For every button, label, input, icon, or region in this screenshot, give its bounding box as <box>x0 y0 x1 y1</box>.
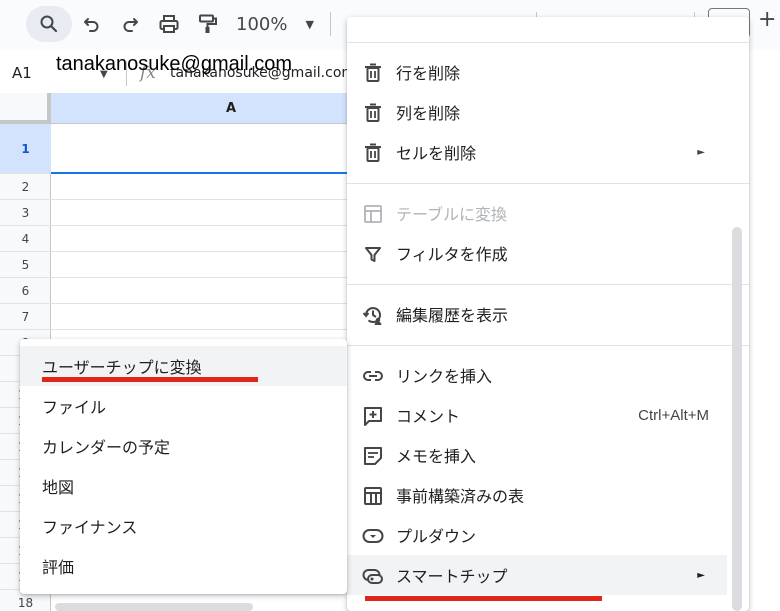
menu-item-label: 列を削除 <box>396 104 461 123</box>
menu-divider <box>347 284 749 285</box>
submenu-item-label: ファイル <box>42 398 107 417</box>
menu-item-label: リンクを挿入 <box>396 367 493 386</box>
submenu-item-label: 評価 <box>42 558 75 577</box>
undo-icon <box>84 18 99 32</box>
menu-vertical-scrollbar[interactable] <box>732 227 742 611</box>
row-header[interactable]: 6 <box>0 278 51 304</box>
menu-item-shortcut: Ctrl+Alt+M <box>638 406 709 424</box>
link-icon <box>362 365 384 387</box>
menu-item-label: セルを削除 <box>396 144 477 163</box>
menu-item-edit-history[interactable]: 編集履歴を表示 <box>347 294 727 334</box>
menu-item-comment[interactable]: コメント Ctrl+Alt+M <box>347 395 727 435</box>
menu-divider <box>347 42 749 43</box>
row-header[interactable]: 7 <box>0 304 51 330</box>
submenu-item-label: ユーザーチップに変換 <box>42 358 202 377</box>
note-icon <box>362 445 384 467</box>
submenu-item-calendar-event[interactable]: カレンダーの予定 <box>20 426 347 466</box>
menu-item-delete-cells[interactable]: セルを削除 ► <box>347 132 727 172</box>
search-menus-button[interactable] <box>26 6 72 42</box>
menu-item-label: スマートチップ <box>396 567 508 586</box>
menu-divider <box>347 345 749 346</box>
history-icon <box>362 304 384 326</box>
menu-item-label: フィルタを作成 <box>396 245 508 264</box>
menu-item-prebuilt-table[interactable]: 事前構築済みの表 <box>347 475 727 515</box>
smart-chip-icon <box>362 565 384 587</box>
trash-icon <box>362 62 384 84</box>
dropdown-chip-icon <box>362 525 384 547</box>
chevron-down-icon: ▼ <box>305 17 314 31</box>
submenu-arrow-icon: ► <box>697 146 705 158</box>
comment-add-icon <box>362 405 384 427</box>
menu-item-dropdown[interactable]: プルダウン <box>347 515 727 555</box>
menu-item-insert-link[interactable]: リンクを挿入 <box>347 355 727 395</box>
prebuilt-table-icon <box>362 485 384 507</box>
submenu-item-label: カレンダーの予定 <box>42 438 171 457</box>
print-button[interactable] <box>153 6 185 42</box>
row-header[interactable]: 5 <box>0 252 51 278</box>
menu-item-label: 行を削除 <box>396 64 461 83</box>
menu-item-create-filter[interactable]: フィルタを作成 <box>347 233 727 273</box>
menu-divider <box>347 183 749 184</box>
toolbar-divider <box>330 12 331 36</box>
cell-context-menu: 行を削除 列を削除 セルを削除 ► テーブルに変換 フィルタを作成 編集履歴を表… <box>347 17 749 611</box>
print-icon <box>159 15 179 33</box>
trash-icon <box>362 142 384 164</box>
paint-format-button[interactable] <box>192 6 224 42</box>
row-header[interactable]: 3 <box>0 200 51 226</box>
submenu-item-label: 地図 <box>42 478 75 497</box>
row-header[interactable]: 2 <box>0 174 51 200</box>
submenu-item-finance[interactable]: ファイナンス <box>20 506 347 546</box>
annotation-underline <box>42 377 258 382</box>
submenu-item-file[interactable]: ファイル <box>20 386 347 426</box>
redo-button[interactable] <box>114 6 146 42</box>
submenu-item-rating[interactable]: 評価 <box>20 546 347 586</box>
undo-button[interactable] <box>76 6 108 42</box>
zoom-select[interactable]: 100% ▼ <box>236 10 314 38</box>
menu-item-label: コメント <box>396 407 461 426</box>
cell-a1-value: tanakanosuke@gmail.com <box>56 53 292 75</box>
table-icon <box>362 203 384 225</box>
submenu-arrow-icon: ► <box>697 569 705 581</box>
menu-item-label: テーブルに変換 <box>396 205 508 224</box>
zoom-value: 100% <box>236 13 288 35</box>
paint-format-icon <box>199 14 217 33</box>
menu-item-label: 編集履歴を表示 <box>396 306 509 325</box>
search-icon <box>40 15 58 33</box>
menu-item-smart-chips[interactable]: スマートチップ ► <box>347 555 727 595</box>
menu-item-convert-to-table: テーブルに変換 <box>347 193 727 233</box>
increase-font-size-button[interactable]: + <box>758 7 776 32</box>
menu-item-delete-column[interactable]: 列を削除 <box>347 92 727 132</box>
menu-item-delete-row[interactable]: 行を削除 <box>347 52 727 92</box>
filter-icon <box>362 243 384 265</box>
menu-item-insert-note[interactable]: メモを挿入 <box>347 435 727 475</box>
name-box[interactable]: A1 <box>12 64 32 82</box>
trash-icon <box>362 102 384 124</box>
annotation-underline <box>365 596 602 601</box>
submenu-item-map[interactable]: 地図 <box>20 466 347 506</box>
menu-item-label: 事前構築済みの表 <box>396 487 525 506</box>
smart-chips-submenu: ユーザーチップに変換 ファイル カレンダーの予定 地図 ファイナンス 評価 <box>20 339 347 594</box>
horizontal-scrollbar[interactable] <box>55 603 253 611</box>
redo-icon <box>123 18 138 32</box>
row-header[interactable]: 1 <box>0 124 51 174</box>
row-header[interactable]: 4 <box>0 226 51 252</box>
menu-item-label: プルダウン <box>396 527 477 546</box>
cell-a1[interactable] <box>51 124 351 174</box>
submenu-item-label: ファイナンス <box>42 518 138 537</box>
menu-item-label: メモを挿入 <box>396 447 477 466</box>
select-all-corner[interactable] <box>0 93 51 124</box>
